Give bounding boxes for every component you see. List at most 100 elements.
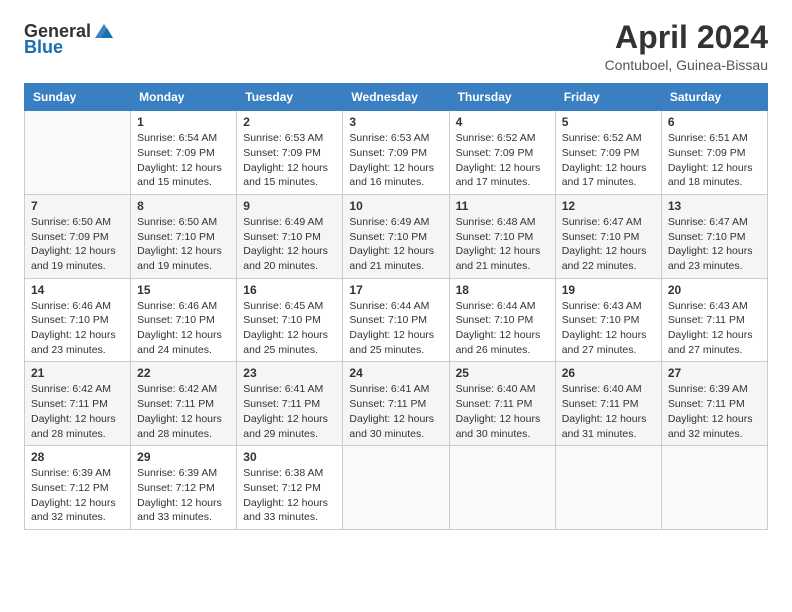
calendar-cell: 7Sunrise: 6:50 AM Sunset: 7:09 PM Daylig… (25, 194, 131, 278)
day-number: 6 (668, 115, 761, 129)
day-info: Sunrise: 6:40 AM Sunset: 7:11 PM Dayligh… (456, 382, 549, 441)
day-info: Sunrise: 6:54 AM Sunset: 7:09 PM Dayligh… (137, 131, 230, 190)
page-title: April 2024 (605, 20, 768, 55)
day-number: 24 (349, 366, 442, 380)
calendar-cell: 4Sunrise: 6:52 AM Sunset: 7:09 PM Daylig… (449, 111, 555, 195)
day-number: 21 (31, 366, 124, 380)
calendar-cell: 8 Sunrise: 6:50 AM Sunset: 7:10 PM Daylig… (131, 194, 237, 278)
day-number: 26 (562, 366, 655, 380)
calendar-cell: 23Sunrise: 6:41 AM Sunset: 7:11 PM Dayli… (237, 362, 343, 446)
day-number: 20 (668, 283, 761, 297)
calendar-week-row: 14 Sunrise: 6:46 AM Sunset: 7:10 PM Dayli… (25, 278, 768, 362)
calendar-week-row: 28 Sunrise: 6:39 AM Sunset: 7:12 PM Dayli… (25, 446, 768, 530)
calendar-day-header: Saturday (661, 84, 767, 111)
calendar-cell: 5Sunrise: 6:52 AM Sunset: 7:09 PM Daylig… (555, 111, 661, 195)
calendar-cell: 27 Sunrise: 6:39 AM Sunset: 7:11 PM Dayli… (661, 362, 767, 446)
day-info: Sunrise: 6:52 AM Sunset: 7:09 PM Dayligh… (456, 131, 549, 190)
calendar-week-row: 21 Sunrise: 6:42 AM Sunset: 7:11 PM Dayli… (25, 362, 768, 446)
calendar-cell: 11 Sunrise: 6:48 AM Sunset: 7:10 PM Dayli… (449, 194, 555, 278)
day-info: Sunrise: 6:48 AM Sunset: 7:10 PM Dayligh… (456, 215, 549, 274)
day-info: Sunrise: 6:39 AM Sunset: 7:12 PM Dayligh… (31, 466, 124, 525)
day-info: Sunrise: 6:46 AM Sunset: 7:10 PM Dayligh… (31, 299, 124, 358)
logo: General Blue (24, 20, 115, 56)
day-info: Sunrise: 6:42 AM Sunset: 7:11 PM Dayligh… (137, 382, 230, 441)
calendar-cell (449, 446, 555, 530)
calendar-cell: 3 Sunrise: 6:53 AM Sunset: 7:09 PM Daylig… (343, 111, 449, 195)
day-info: Sunrise: 6:49 AM Sunset: 7:10 PM Dayligh… (349, 215, 442, 274)
day-number: 22 (137, 366, 230, 380)
page-header: General Blue April 2024 Contuboel, Guine… (24, 20, 768, 73)
calendar-week-row: 1Sunrise: 6:54 AM Sunset: 7:09 PM Daylig… (25, 111, 768, 195)
day-number: 13 (668, 199, 761, 213)
day-number: 19 (562, 283, 655, 297)
day-info: Sunrise: 6:47 AM Sunset: 7:10 PM Dayligh… (562, 215, 655, 274)
calendar-cell (25, 111, 131, 195)
calendar-cell: 9 Sunrise: 6:49 AM Sunset: 7:10 PM Daylig… (237, 194, 343, 278)
calendar-cell: 18Sunrise: 6:44 AM Sunset: 7:10 PM Dayli… (449, 278, 555, 362)
calendar-cell: 6 Sunrise: 6:51 AM Sunset: 7:09 PM Daylig… (661, 111, 767, 195)
day-number: 17 (349, 283, 442, 297)
calendar-day-header: Thursday (449, 84, 555, 111)
logo-blue: Blue (24, 38, 63, 56)
calendar-cell: 14 Sunrise: 6:46 AM Sunset: 7:10 PM Dayli… (25, 278, 131, 362)
calendar-cell: 15Sunrise: 6:46 AM Sunset: 7:10 PM Dayli… (131, 278, 237, 362)
calendar-cell (555, 446, 661, 530)
day-number: 8 (137, 199, 230, 213)
calendar-day-header: Tuesday (237, 84, 343, 111)
day-info: Sunrise: 6:46 AM Sunset: 7:10 PM Dayligh… (137, 299, 230, 358)
calendar-cell: 24 Sunrise: 6:41 AM Sunset: 7:11 PM Dayli… (343, 362, 449, 446)
day-info: Sunrise: 6:49 AM Sunset: 7:10 PM Dayligh… (243, 215, 336, 274)
day-info: Sunrise: 6:53 AM Sunset: 7:09 PM Dayligh… (349, 131, 442, 190)
day-number: 11 (456, 199, 549, 213)
logo-icon (93, 20, 115, 42)
day-number: 3 (349, 115, 442, 129)
day-number: 9 (243, 199, 336, 213)
day-info: Sunrise: 6:43 AM Sunset: 7:10 PM Dayligh… (562, 299, 655, 358)
calendar-cell: 28 Sunrise: 6:39 AM Sunset: 7:12 PM Dayli… (25, 446, 131, 530)
day-number: 27 (668, 366, 761, 380)
day-number: 29 (137, 450, 230, 464)
day-info: Sunrise: 6:51 AM Sunset: 7:09 PM Dayligh… (668, 131, 761, 190)
calendar-cell: 12Sunrise: 6:47 AM Sunset: 7:10 PM Dayli… (555, 194, 661, 278)
day-info: Sunrise: 6:44 AM Sunset: 7:10 PM Dayligh… (456, 299, 549, 358)
calendar-cell: 1Sunrise: 6:54 AM Sunset: 7:09 PM Daylig… (131, 111, 237, 195)
day-number: 7 (31, 199, 124, 213)
calendar-cell: 13Sunrise: 6:47 AM Sunset: 7:10 PM Dayli… (661, 194, 767, 278)
calendar-cell: 25 Sunrise: 6:40 AM Sunset: 7:11 PM Dayli… (449, 362, 555, 446)
calendar-day-header: Friday (555, 84, 661, 111)
day-number: 16 (243, 283, 336, 297)
day-info: Sunrise: 6:41 AM Sunset: 7:11 PM Dayligh… (349, 382, 442, 441)
day-number: 25 (456, 366, 549, 380)
calendar-cell: 2 Sunrise: 6:53 AM Sunset: 7:09 PM Daylig… (237, 111, 343, 195)
calendar-cell (343, 446, 449, 530)
day-number: 2 (243, 115, 336, 129)
day-info: Sunrise: 6:40 AM Sunset: 7:11 PM Dayligh… (562, 382, 655, 441)
title-block: April 2024 Contuboel, Guinea-Bissau (605, 20, 768, 73)
calendar-day-header: Sunday (25, 84, 131, 111)
day-number: 14 (31, 283, 124, 297)
calendar-cell (661, 446, 767, 530)
day-info: Sunrise: 6:39 AM Sunset: 7:12 PM Dayligh… (137, 466, 230, 525)
day-number: 28 (31, 450, 124, 464)
day-info: Sunrise: 6:45 AM Sunset: 7:10 PM Dayligh… (243, 299, 336, 358)
calendar-cell: 29 Sunrise: 6:39 AM Sunset: 7:12 PM Dayli… (131, 446, 237, 530)
page-subtitle: Contuboel, Guinea-Bissau (605, 57, 768, 73)
calendar-cell: 16 Sunrise: 6:45 AM Sunset: 7:10 PM Dayli… (237, 278, 343, 362)
calendar-week-row: 7Sunrise: 6:50 AM Sunset: 7:09 PM Daylig… (25, 194, 768, 278)
calendar-day-header: Wednesday (343, 84, 449, 111)
day-info: Sunrise: 6:44 AM Sunset: 7:10 PM Dayligh… (349, 299, 442, 358)
calendar-cell: 20 Sunrise: 6:43 AM Sunset: 7:11 PM Dayli… (661, 278, 767, 362)
calendar-cell: 10 Sunrise: 6:49 AM Sunset: 7:10 PM Dayli… (343, 194, 449, 278)
calendar-cell: 22 Sunrise: 6:42 AM Sunset: 7:11 PM Dayli… (131, 362, 237, 446)
day-number: 5 (562, 115, 655, 129)
day-info: Sunrise: 6:43 AM Sunset: 7:11 PM Dayligh… (668, 299, 761, 358)
calendar-cell: 30Sunrise: 6:38 AM Sunset: 7:12 PM Dayli… (237, 446, 343, 530)
day-number: 10 (349, 199, 442, 213)
day-info: Sunrise: 6:42 AM Sunset: 7:11 PM Dayligh… (31, 382, 124, 441)
calendar-day-header: Monday (131, 84, 237, 111)
day-number: 23 (243, 366, 336, 380)
day-info: Sunrise: 6:53 AM Sunset: 7:09 PM Dayligh… (243, 131, 336, 190)
day-info: Sunrise: 6:50 AM Sunset: 7:10 PM Dayligh… (137, 215, 230, 274)
day-info: Sunrise: 6:39 AM Sunset: 7:11 PM Dayligh… (668, 382, 761, 441)
day-number: 30 (243, 450, 336, 464)
